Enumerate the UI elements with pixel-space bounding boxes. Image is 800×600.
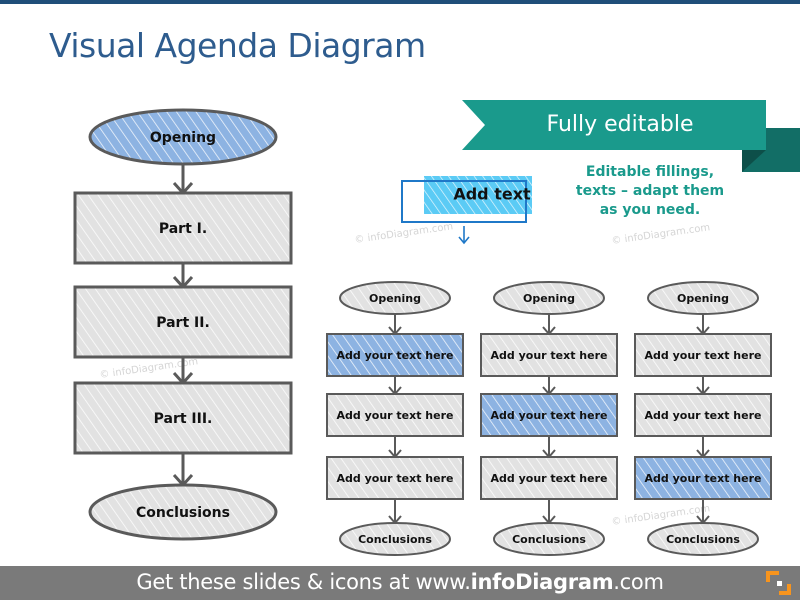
flow-ellipse-node[interactable]: Conclusions xyxy=(647,522,759,556)
node-label: Conclusions xyxy=(358,533,432,546)
node-label: Add your text here xyxy=(491,472,608,485)
fully-editable-ribbon: Fully editable xyxy=(462,100,800,172)
flow-arrow-icon xyxy=(172,164,194,196)
flow-arrow-icon xyxy=(172,453,194,488)
node-label: Opening xyxy=(677,292,729,305)
flow-rect-node[interactable]: Add your text here xyxy=(480,393,618,437)
flow-rect-node[interactable]: Add your text here xyxy=(634,456,772,500)
agenda-diagram: Fully editable Add text © infoDiagram.co… xyxy=(73,100,800,556)
note-line: as you need. xyxy=(599,202,701,218)
infodiagram-logo-icon xyxy=(766,571,791,595)
node-label: Opening xyxy=(369,292,421,305)
flow-rect-node[interactable]: Part III. xyxy=(73,381,293,455)
flow-ellipse-node[interactable]: Opening xyxy=(493,281,605,315)
flow-rect-node[interactable]: Add your text here xyxy=(480,333,618,377)
ribbon-label: Fully editable xyxy=(547,112,694,137)
node-label: Part I. xyxy=(159,221,207,237)
node-label: Part III. xyxy=(154,411,213,427)
footer-suffix: .com xyxy=(613,570,664,594)
node-label: Add your text here xyxy=(491,349,608,362)
footer-prefix: Get these slides & icons at www. xyxy=(136,570,471,594)
node-label: Add your text here xyxy=(337,349,454,362)
note-line: Editable fillings, xyxy=(585,164,715,180)
footer-brand: infoDiagram xyxy=(470,570,614,594)
flow-rect-node[interactable]: Add your text here xyxy=(634,393,772,437)
sample-box-label: Add text xyxy=(453,185,531,204)
node-label: Add your text here xyxy=(337,472,454,485)
node-label: Add your text here xyxy=(645,349,762,362)
flow-arrow-icon xyxy=(542,376,556,396)
flow-rect-node[interactable]: Part II. xyxy=(73,285,293,359)
flow-arrow-icon xyxy=(172,263,194,290)
flow-arrow-icon xyxy=(542,499,556,525)
node-label: Add your text here xyxy=(645,409,762,422)
flow-rect-node[interactable]: Add your text here xyxy=(326,456,464,500)
node-label: Add your text here xyxy=(645,472,762,485)
flow-rect-node[interactable]: Add your text here xyxy=(480,456,618,500)
node-label: Opening xyxy=(150,130,216,146)
node-label: Part II. xyxy=(156,315,210,331)
flow-arrow-icon xyxy=(388,314,402,336)
flow-rect-node[interactable]: Add your text here xyxy=(326,333,464,377)
flow-arrow-icon xyxy=(696,376,710,396)
note-line: texts – adapt them xyxy=(575,183,725,199)
footer-bar: Get these slides & icons at www.infoDiag… xyxy=(0,566,800,600)
watermark: © infoDiagram.com xyxy=(611,222,711,247)
flow-ellipse-node[interactable]: Opening xyxy=(88,108,278,166)
node-label: Conclusions xyxy=(666,533,740,546)
flow-ellipse-node[interactable]: Conclusions xyxy=(339,522,451,556)
node-label: Opening xyxy=(523,292,575,305)
flow-ellipse-node[interactable]: Opening xyxy=(339,281,451,315)
flow-ellipse-node[interactable]: Conclusions xyxy=(88,483,278,541)
flow-arrow-icon xyxy=(388,376,402,396)
flow-rect-node[interactable]: Part I. xyxy=(73,191,293,265)
flow-arrow-icon xyxy=(542,436,556,459)
flow-arrow-icon xyxy=(388,499,402,525)
mini-flow-column: Opening Add your text here Add your text h… xyxy=(326,281,464,556)
node-label: Add your text here xyxy=(491,409,608,422)
flow-arrow-icon xyxy=(542,314,556,336)
flow-rect-node[interactable]: Add your text here xyxy=(634,333,772,377)
node-label: Conclusions xyxy=(512,533,586,546)
watermark: © infoDiagram.com xyxy=(354,221,454,246)
flow-ellipse-node[interactable]: Conclusions xyxy=(493,522,605,556)
flow-arrow-icon xyxy=(388,436,402,459)
flow-rect-node[interactable]: Add your text here xyxy=(326,393,464,437)
node-label: Add your text here xyxy=(337,409,454,422)
flow-arrow-icon xyxy=(696,436,710,459)
footer-promo-text[interactable]: Get these slides & icons at www.infoDiag… xyxy=(0,570,800,594)
editable-note: Editable fillings, texts – adapt them as… xyxy=(570,163,730,220)
flow-arrow-icon xyxy=(696,314,710,336)
flow-ellipse-node[interactable]: Opening xyxy=(647,281,759,315)
down-arrow-icon xyxy=(458,226,470,245)
mini-flow-column: Opening Add your text here Add your text h… xyxy=(480,281,618,556)
node-label: Conclusions xyxy=(136,505,230,521)
main-agenda-flow: Opening Part I. Part II. Part III. Conclusio… xyxy=(73,108,293,541)
